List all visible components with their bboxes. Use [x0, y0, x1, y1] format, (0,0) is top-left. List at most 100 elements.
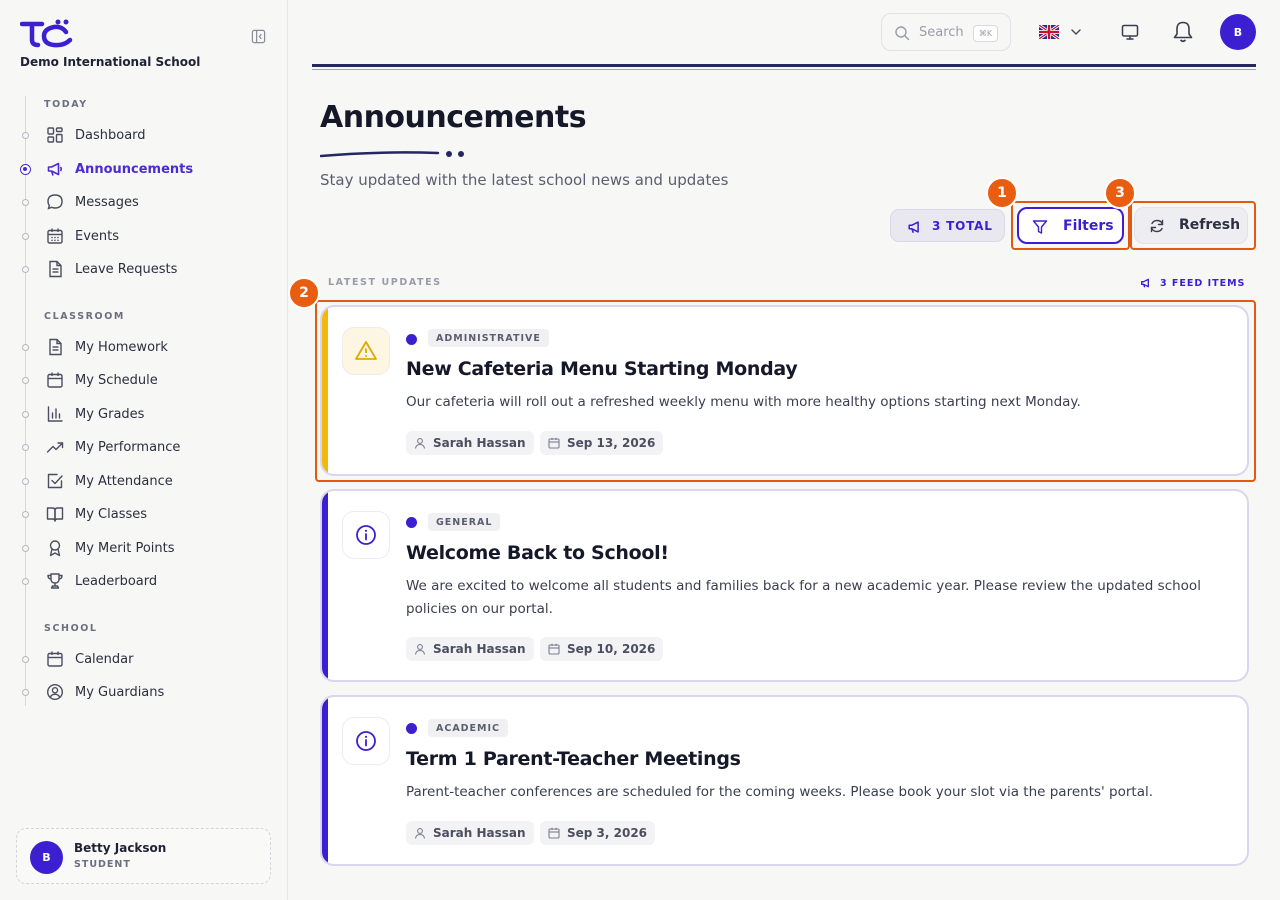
sidebar-item-my-classes[interactable]: My Classes — [20, 500, 270, 528]
sidebar-item-messages[interactable]: Messages — [20, 188, 270, 216]
sidebar-item-label: Messages — [75, 194, 139, 210]
language-selector[interactable] — [1039, 24, 1085, 40]
highlight-badge-2: 2 — [288, 277, 320, 309]
page-subtitle: Stay updated with the latest school news… — [320, 171, 729, 189]
announcement-card[interactable]: ACADEMIC Term 1 Parent-Teacher Meetings … — [320, 695, 1249, 866]
avatar[interactable]: B — [1220, 14, 1256, 50]
trophy-icon — [47, 573, 63, 589]
monitor-icon[interactable] — [1120, 22, 1140, 42]
author-name: Sarah Hassan — [433, 642, 526, 656]
award-icon — [49, 540, 61, 557]
feed-section-label: LATEST UPDATES — [328, 277, 442, 288]
feed-count: 3 FEED ITEMS — [1140, 277, 1245, 289]
trending-up-icon — [46, 442, 64, 453]
collapse-sidebar-icon[interactable] — [251, 29, 266, 44]
user-circle-icon — [46, 683, 64, 701]
card-status-dot — [406, 517, 417, 528]
sidebar-item-label: My Classes — [75, 506, 148, 522]
sidebar-item-leaderboard[interactable]: Leaderboard — [20, 567, 270, 595]
message-icon — [47, 194, 63, 210]
feed-count-label: 3 FEED ITEMS — [1160, 277, 1246, 289]
nav-dot — [22, 688, 29, 696]
chevron-down-icon — [1071, 29, 1081, 36]
card-status-dot — [406, 723, 417, 734]
search-input[interactable]: Search ⌘K — [881, 13, 1011, 51]
announcement-card[interactable]: GENERAL Welcome Back to School! We are e… — [320, 489, 1249, 682]
sidebar-item-announcements[interactable]: Announcements — [20, 155, 270, 183]
total-count-badge: 3 TOTAL — [890, 209, 1005, 242]
announcement-body: Parent-teacher conferences are scheduled… — [406, 784, 1154, 800]
sidebar-item-my-performance[interactable]: My Performance — [20, 433, 270, 461]
sidebar-item-label: Events — [75, 228, 120, 244]
nav-dot — [22, 131, 29, 139]
nav-dot — [22, 544, 29, 552]
sidebar-item-label: Leaderboard — [75, 573, 158, 589]
nav-dot — [22, 510, 29, 518]
school-name: Demo International School — [20, 55, 201, 69]
header-divider — [312, 64, 1256, 67]
nav-dot-active — [20, 163, 31, 175]
sidebar-item-my-attendance[interactable]: My Attendance — [20, 467, 270, 495]
search-shortcut: ⌘K — [973, 25, 998, 42]
sidebar-item-label: Calendar — [75, 651, 134, 667]
nav-dot — [22, 655, 29, 663]
nav-dot — [22, 265, 29, 273]
sidebar-item-label: My Grades — [75, 406, 145, 422]
category-badge: GENERAL — [428, 513, 501, 531]
sidebar: Demo International School TODAY CLASSROO… — [0, 0, 288, 900]
sidebar-item-label: Announcements — [75, 161, 194, 177]
sidebar-item-label: My Guardians — [75, 684, 165, 700]
announcement-body: We are excited to welcome all students a… — [406, 578, 1201, 617]
user-icon — [414, 828, 426, 839]
author-name: Sarah Hassan — [433, 826, 526, 840]
search-placeholder: Search — [919, 25, 964, 40]
date-chip: Sep 10, 2026 — [540, 637, 664, 661]
sidebar-item-events[interactable]: Events — [20, 222, 270, 250]
section-label-school: SCHOOL — [44, 623, 98, 634]
date-chip: Sep 3, 2026 — [540, 821, 656, 845]
nav-dot — [22, 410, 29, 418]
highlight-badge-3: 3 — [1104, 177, 1136, 209]
sidebar-item-label: My Attendance — [75, 473, 173, 489]
author-chip: Sarah Hassan — [406, 637, 534, 661]
highlight-badge-1: 1 — [986, 177, 1018, 209]
search-icon — [895, 26, 910, 41]
sidebar-item-my-homework[interactable]: My Homework — [20, 333, 270, 361]
sidebar-item-label: My Schedule — [75, 372, 158, 388]
nav-dot — [22, 577, 29, 585]
info-icon — [356, 525, 376, 545]
header-divider-thin — [312, 69, 1256, 70]
sidebar-item-my-grades[interactable]: My Grades — [20, 400, 270, 428]
user-icon — [414, 644, 426, 655]
category-badge: ACADEMIC — [428, 719, 509, 737]
sidebar-item-my-schedule[interactable]: My Schedule — [20, 366, 270, 394]
nav-dot — [22, 343, 29, 351]
user-profile-card[interactable]: B Betty Jackson STUDENT — [16, 828, 271, 884]
nav-dot — [22, 232, 29, 240]
sidebar-item-leave-requests[interactable]: Leave Requests — [20, 255, 270, 283]
highlight-box-filters — [1011, 201, 1130, 250]
bar-chart-icon — [47, 406, 63, 422]
bell-icon[interactable] — [1172, 20, 1194, 44]
user-role: STUDENT — [74, 859, 131, 870]
info-icon — [356, 731, 376, 751]
section-label-today: TODAY — [44, 99, 88, 110]
section-label-classroom: CLASSROOM — [44, 311, 125, 322]
megaphone-icon — [47, 162, 63, 176]
announcement-title: Welcome Back to School! — [406, 542, 669, 564]
sidebar-item-dashboard[interactable]: Dashboard — [20, 121, 270, 149]
dashboard-icon — [47, 127, 63, 143]
sidebar-item-label: My Homework — [75, 339, 168, 355]
highlight-box-card — [315, 300, 1256, 482]
page-title: Announcements — [320, 100, 587, 135]
sidebar-item-my-guardians[interactable]: My Guardians — [20, 678, 270, 706]
card-accent-bar — [322, 491, 328, 680]
calendar-icon — [47, 651, 63, 667]
card-icon-box — [342, 717, 390, 765]
calendar-icon — [548, 643, 560, 655]
calendar-grid-icon — [47, 228, 63, 244]
sidebar-item-calendar[interactable]: Calendar — [20, 645, 270, 673]
sidebar-item-my-merit-points[interactable]: My Merit Points — [20, 534, 270, 562]
logo — [20, 19, 73, 48]
total-count-label: 3 TOTAL — [932, 219, 993, 233]
